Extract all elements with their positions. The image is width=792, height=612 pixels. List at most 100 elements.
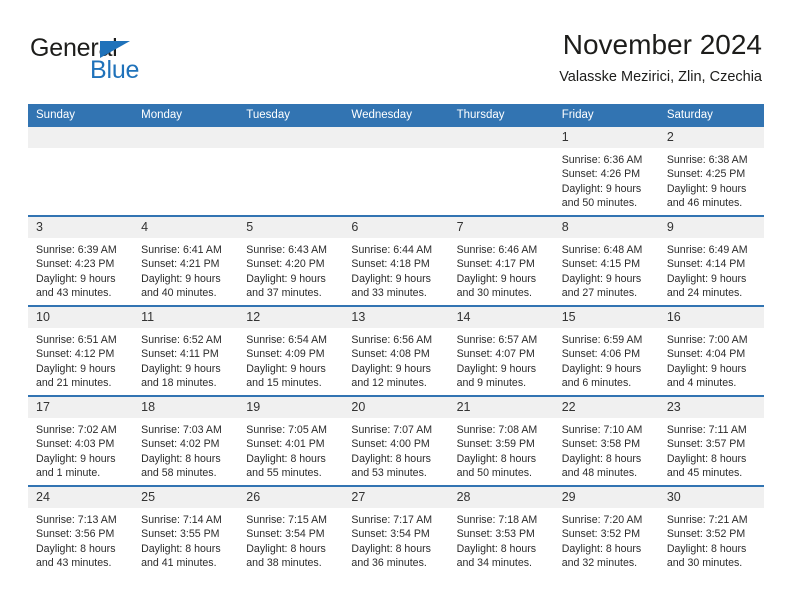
daylight-text: Daylight: 9 hours and 4 minutes. — [666, 362, 747, 390]
calendar-day-cell[interactable]: 25 Sunrise: 7:14 AM Sunset: 3:55 PM Dayligh… — [133, 485, 239, 575]
calendar-day-cell[interactable]: 1 Sunrise: 6:36 AM Sunset: 4:26 PM Daylight… — [553, 127, 659, 216]
day-number: 13 — [343, 307, 449, 328]
page-subtitle: Valasske Mezirici, Zlin, Czechia — [559, 69, 762, 85]
calendar-day-cell[interactable]: 21 Sunrise: 7:08 AM Sunset: 3:59 PM Dayligh… — [448, 395, 554, 486]
daylight-text: Daylight: 9 hours and 15 minutes. — [246, 362, 326, 390]
day-info: Sunrise: 6:56 AM Sunset: 4:08 PM Daylight:… — [343, 328, 448, 391]
day-number: 14 — [448, 307, 554, 328]
sunset-text: Sunset: 3:57 PM — [666, 438, 746, 451]
daylight-text: Daylight: 8 hours and 30 minutes. — [666, 542, 747, 570]
calendar-day-cell[interactable]: 13 Sunrise: 6:56 AM Sunset: 4:08 PM Dayligh… — [343, 305, 449, 396]
calendar-day-cell[interactable]: 8 Sunrise: 6:48 AM Sunset: 4:15 PM Daylight… — [553, 215, 659, 306]
day-number: 29 — [553, 487, 659, 508]
calendar-day-cell[interactable]: 11 Sunrise: 6:52 AM Sunset: 4:11 PM Dayligh… — [133, 305, 239, 396]
daylight-text: Daylight: 8 hours and 38 minutes. — [246, 542, 326, 570]
calendar-day-cell[interactable]: 28 Sunrise: 7:18 AM Sunset: 3:53 PM Dayligh… — [448, 485, 554, 575]
sunset-text: Sunset: 4:12 PM — [36, 348, 115, 361]
calendar-day-cell[interactable]: 2 Sunrise: 6:38 AM Sunset: 4:25 PM Daylight… — [658, 127, 764, 216]
day-info: Sunrise: 7:13 AM Sunset: 3:56 PM Daylight:… — [28, 508, 133, 571]
calendar-day-cell[interactable]: 5 Sunrise: 6:43 AM Sunset: 4:20 PM Daylight… — [238, 215, 344, 306]
calendar-day-cell[interactable]: 3 Sunrise: 6:39 AM Sunset: 4:23 PM Daylight… — [28, 215, 134, 306]
sunset-text: Sunset: 3:56 PM — [36, 528, 115, 541]
sunrise-text: Sunrise: 6:51 AM — [36, 334, 117, 346]
day-number: 24 — [28, 487, 134, 508]
calendar-day-cell[interactable]: 16 Sunrise: 7:00 AM Sunset: 4:04 PM Dayligh… — [658, 305, 764, 396]
calendar-day-cell[interactable]: 27 Sunrise: 7:17 AM Sunset: 3:54 PM Dayligh… — [343, 485, 449, 575]
daylight-text: Daylight: 9 hours and 50 minutes. — [561, 182, 642, 210]
calendar-day-cell[interactable]: 29 Sunrise: 7:20 AM Sunset: 3:52 PM Dayligh… — [553, 485, 659, 575]
calendar-day-cell[interactable]: 17 Sunrise: 7:02 AM Sunset: 4:03 PM Dayligh… — [28, 395, 134, 486]
calendar-day-cell[interactable]: 6 Sunrise: 6:44 AM Sunset: 4:18 PM Daylight… — [343, 215, 449, 306]
sunrise-text: Sunrise: 6:49 AM — [666, 244, 748, 256]
weekday-header-sunday: Sunday — [28, 104, 134, 127]
calendar-day-cell[interactable]: 30 Sunrise: 7:21 AM Sunset: 3:52 PM Dayligh… — [658, 485, 764, 575]
brand-logo[interactable]: General Blue — [30, 34, 290, 84]
day-number: 3 — [28, 217, 134, 238]
sunrise-text: Sunrise: 7:03 AM — [141, 424, 222, 436]
sunrise-text: Sunrise: 7:20 AM — [561, 514, 643, 526]
daylight-text: Daylight: 8 hours and 58 minutes. — [141, 452, 221, 480]
sunset-text: Sunset: 4:23 PM — [36, 258, 115, 271]
calendar-cell-empty — [28, 127, 134, 216]
sunset-text: Sunset: 3:54 PM — [351, 528, 430, 541]
sunrise-text: Sunrise: 6:57 AM — [456, 334, 538, 346]
daylight-text: Daylight: 9 hours and 43 minutes. — [36, 272, 116, 300]
sunset-text: Sunset: 4:20 PM — [246, 258, 325, 271]
sunrise-text: Sunrise: 7:14 AM — [141, 514, 222, 526]
sunrise-text: Sunrise: 6:46 AM — [456, 244, 538, 256]
sunset-text: Sunset: 4:00 PM — [351, 438, 430, 451]
calendar-day-cell[interactable]: 26 Sunrise: 7:15 AM Sunset: 3:54 PM Dayligh… — [238, 485, 344, 575]
sunset-text: Sunset: 3:52 PM — [561, 528, 641, 541]
calendar-day-cell[interactable]: 14 Sunrise: 6:57 AM Sunset: 4:07 PM Dayligh… — [448, 305, 554, 396]
sunset-text: Sunset: 4:07 PM — [456, 348, 535, 361]
calendar-day-cell[interactable]: 4 Sunrise: 6:41 AM Sunset: 4:21 PM Daylight… — [133, 215, 239, 306]
day-number: 17 — [28, 397, 134, 418]
day-number: 28 — [448, 487, 554, 508]
calendar-week-row: 3 Sunrise: 6:39 AM Sunset: 4:23 PM Daylight… — [28, 215, 764, 306]
day-info: Sunrise: 6:59 AM Sunset: 4:06 PM Daylight:… — [554, 328, 659, 391]
daylight-text: Daylight: 8 hours and 48 minutes. — [561, 452, 642, 480]
day-info: Sunrise: 7:14 AM Sunset: 3:55 PM Daylight:… — [133, 508, 238, 571]
calendar-day-cell[interactable]: 9 Sunrise: 6:49 AM Sunset: 4:14 PM Daylight… — [658, 215, 764, 306]
sunset-text: Sunset: 4:11 PM — [141, 348, 219, 361]
calendar-day-cell[interactable]: 23 Sunrise: 7:11 AM Sunset: 3:57 PM Dayligh… — [658, 395, 764, 486]
calendar-week-row: 17 Sunrise: 7:02 AM Sunset: 4:03 PM Dayligh… — [28, 395, 764, 486]
day-number: 7 — [448, 217, 554, 238]
day-info: Sunrise: 6:49 AM Sunset: 4:14 PM Daylight:… — [659, 238, 764, 301]
calendar-day-cell[interactable]: 24 Sunrise: 7:13 AM Sunset: 3:56 PM Dayligh… — [28, 485, 134, 575]
sunset-text: Sunset: 3:52 PM — [666, 528, 746, 541]
calendar-day-cell[interactable]: 15 Sunrise: 6:59 AM Sunset: 4:06 PM Dayligh… — [553, 305, 659, 396]
daylight-text: Daylight: 8 hours and 34 minutes. — [456, 542, 537, 570]
calendar-cell-empty — [343, 127, 449, 216]
day-info: Sunrise: 6:41 AM Sunset: 4:21 PM Daylight:… — [133, 238, 238, 301]
sunset-text: Sunset: 4:17 PM — [456, 258, 535, 271]
sunrise-text: Sunrise: 7:10 AM — [561, 424, 643, 436]
day-info: Sunrise: 7:07 AM Sunset: 4:00 PM Daylight:… — [343, 418, 448, 481]
calendar-body: 1 Sunrise: 6:36 AM Sunset: 4:26 PM Daylight… — [28, 127, 764, 575]
day-number: 23 — [658, 397, 764, 418]
daylight-text: Daylight: 9 hours and 33 minutes. — [351, 272, 431, 300]
calendar-day-cell[interactable]: 7 Sunrise: 6:46 AM Sunset: 4:17 PM Daylight… — [448, 215, 554, 306]
calendar-day-cell[interactable]: 18 Sunrise: 7:03 AM Sunset: 4:02 PM Dayligh… — [133, 395, 239, 486]
daylight-text: Daylight: 9 hours and 27 minutes. — [561, 272, 642, 300]
calendar-day-cell[interactable]: 20 Sunrise: 7:07 AM Sunset: 4:00 PM Dayligh… — [343, 395, 449, 486]
calendar-day-cell[interactable]: 19 Sunrise: 7:05 AM Sunset: 4:01 PM Dayligh… — [238, 395, 344, 486]
day-number: 18 — [133, 397, 239, 418]
weekday-header-wednesday: Wednesday — [343, 104, 449, 127]
page-title: November 2024 — [562, 29, 762, 60]
calendar-page: General Blue November 2024 Valasske Mezi… — [0, 0, 792, 612]
day-number: 19 — [238, 397, 344, 418]
day-number: 10 — [28, 307, 134, 328]
sunrise-text: Sunrise: 6:39 AM — [36, 244, 117, 256]
sunrise-text: Sunrise: 6:43 AM — [246, 244, 327, 256]
day-info: Sunrise: 7:18 AM Sunset: 3:53 PM Daylight:… — [449, 508, 554, 571]
sunset-text: Sunset: 3:55 PM — [141, 528, 220, 541]
calendar-day-cell[interactable]: 22 Sunrise: 7:10 AM Sunset: 3:58 PM Dayligh… — [553, 395, 659, 486]
sunrise-text: Sunrise: 6:54 AM — [246, 334, 327, 346]
daylight-text: Daylight: 8 hours and 45 minutes. — [666, 452, 747, 480]
calendar-day-cell[interactable]: 12 Sunrise: 6:54 AM Sunset: 4:09 PM Dayligh… — [238, 305, 344, 396]
calendar-day-cell[interactable]: 10 Sunrise: 6:51 AM Sunset: 4:12 PM Dayligh… — [28, 305, 134, 396]
day-number: 4 — [133, 217, 239, 238]
day-info: Sunrise: 6:39 AM Sunset: 4:23 PM Daylight:… — [28, 238, 133, 301]
calendar-cell-empty — [448, 127, 554, 216]
